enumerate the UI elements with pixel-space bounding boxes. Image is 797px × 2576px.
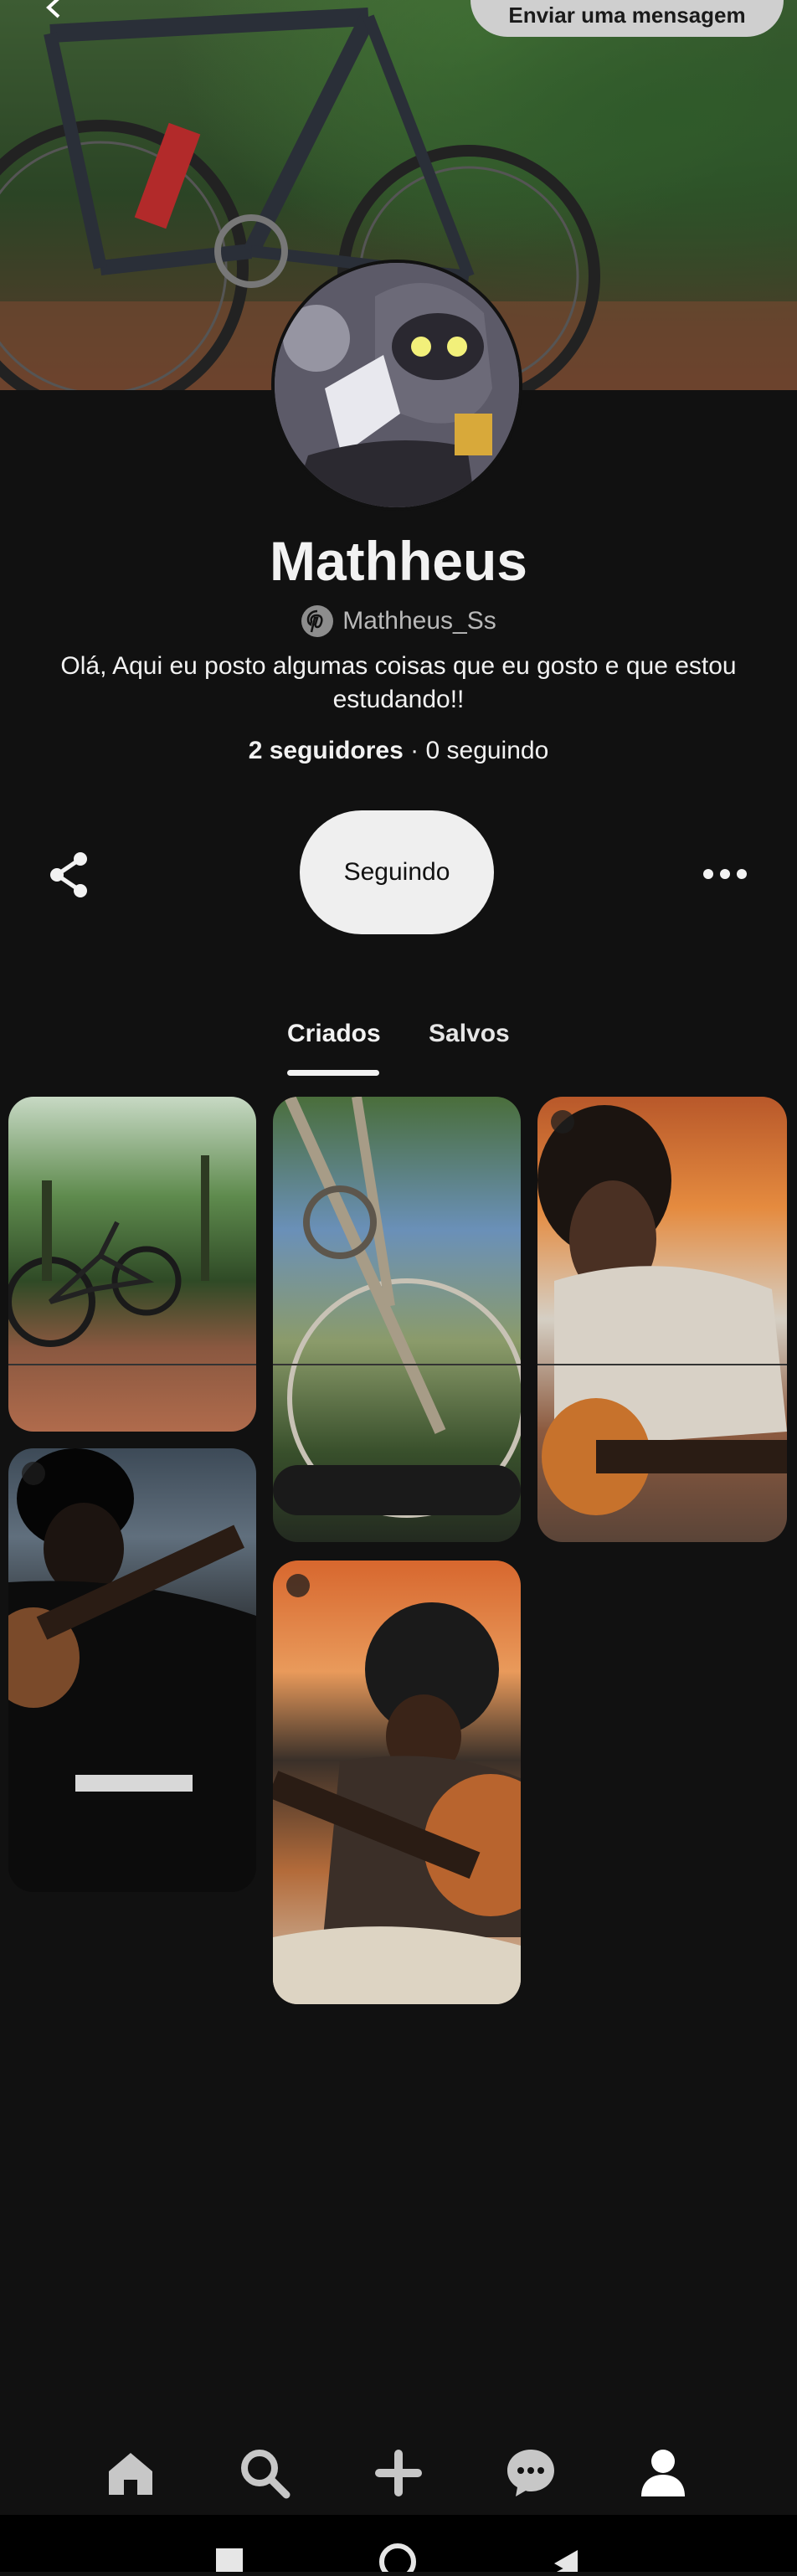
recent-apps-icon[interactable]: [216, 2548, 243, 2572]
following-count[interactable]: 0 seguindo: [425, 737, 548, 764]
profile-icon[interactable]: [636, 2446, 690, 2500]
pin-indicator-dot: [22, 1462, 45, 1485]
pin-bicycle-photo[interactable]: [8, 1097, 256, 1432]
home-icon[interactable]: [104, 2446, 157, 2500]
profile-actions: Seguindo: [0, 810, 797, 936]
stats-separator: ·: [410, 737, 419, 764]
profile-handle: Mathheus_Ss: [342, 607, 496, 635]
home-button-icon[interactable]: [379, 2543, 416, 2576]
profile-stats: 2 seguidores · 0 seguindo: [0, 737, 797, 765]
send-message-button[interactable]: Enviar uma mensagem: [470, 0, 784, 37]
followers-count[interactable]: 2 seguidores: [249, 737, 404, 764]
guitar-player-dark-photo-graphic: [8, 1448, 256, 1892]
share-icon[interactable]: [42, 847, 97, 902]
bottom-navigation: [0, 2428, 797, 2515]
bicycle-wheel-photo-graphic: [273, 1097, 521, 1518]
system-navigation-bar: [0, 2515, 797, 2576]
profile-handle-row: Mathheus_Ss: [0, 604, 797, 638]
back-button-icon[interactable]: [554, 2550, 578, 2576]
pin-bicycle-wheel-photo[interactable]: [273, 1097, 521, 1542]
more-options-icon[interactable]: [700, 857, 750, 891]
system-nav-buttons: [216, 2543, 578, 2576]
chat-icon[interactable]: [504, 2446, 558, 2500]
pin-guitar-player-orange-photo[interactable]: [273, 1561, 521, 2004]
profile-tabs: Criados Salvos: [0, 1020, 797, 1078]
pin-guitar-player-dark-photo[interactable]: [8, 1448, 256, 1892]
following-button[interactable]: Seguindo: [300, 810, 494, 934]
pin-guitar-player-photo[interactable]: [537, 1097, 787, 1542]
bicycle-photo-graphic: [8, 1155, 256, 1365]
pin-indicator-dot: [286, 1574, 310, 1597]
back-arrow-icon[interactable]: [40, 0, 65, 20]
profile-name: Mathheus: [269, 530, 528, 592]
pin-indicator-dot: [551, 1110, 574, 1134]
search-icon[interactable]: [238, 2446, 291, 2500]
plus-icon[interactable]: [372, 2446, 425, 2500]
tab-active-indicator: [287, 1070, 379, 1076]
avatar-robot-icon: [275, 263, 519, 507]
tab-criados[interactable]: Criados: [287, 1020, 381, 1048]
guitar-player-photo-graphic: [537, 1105, 787, 1515]
send-message-label: Enviar uma mensagem: [508, 3, 746, 28]
profile-bio: Olá, Aqui eu posto algumas coisas que eu…: [60, 652, 737, 713]
guitar-player-orange-photo-graphic: [273, 1602, 521, 2004]
avatar[interactable]: [271, 260, 522, 511]
tab-salvos[interactable]: Salvos: [429, 1020, 510, 1048]
pinterest-logo-icon: [301, 605, 334, 637]
